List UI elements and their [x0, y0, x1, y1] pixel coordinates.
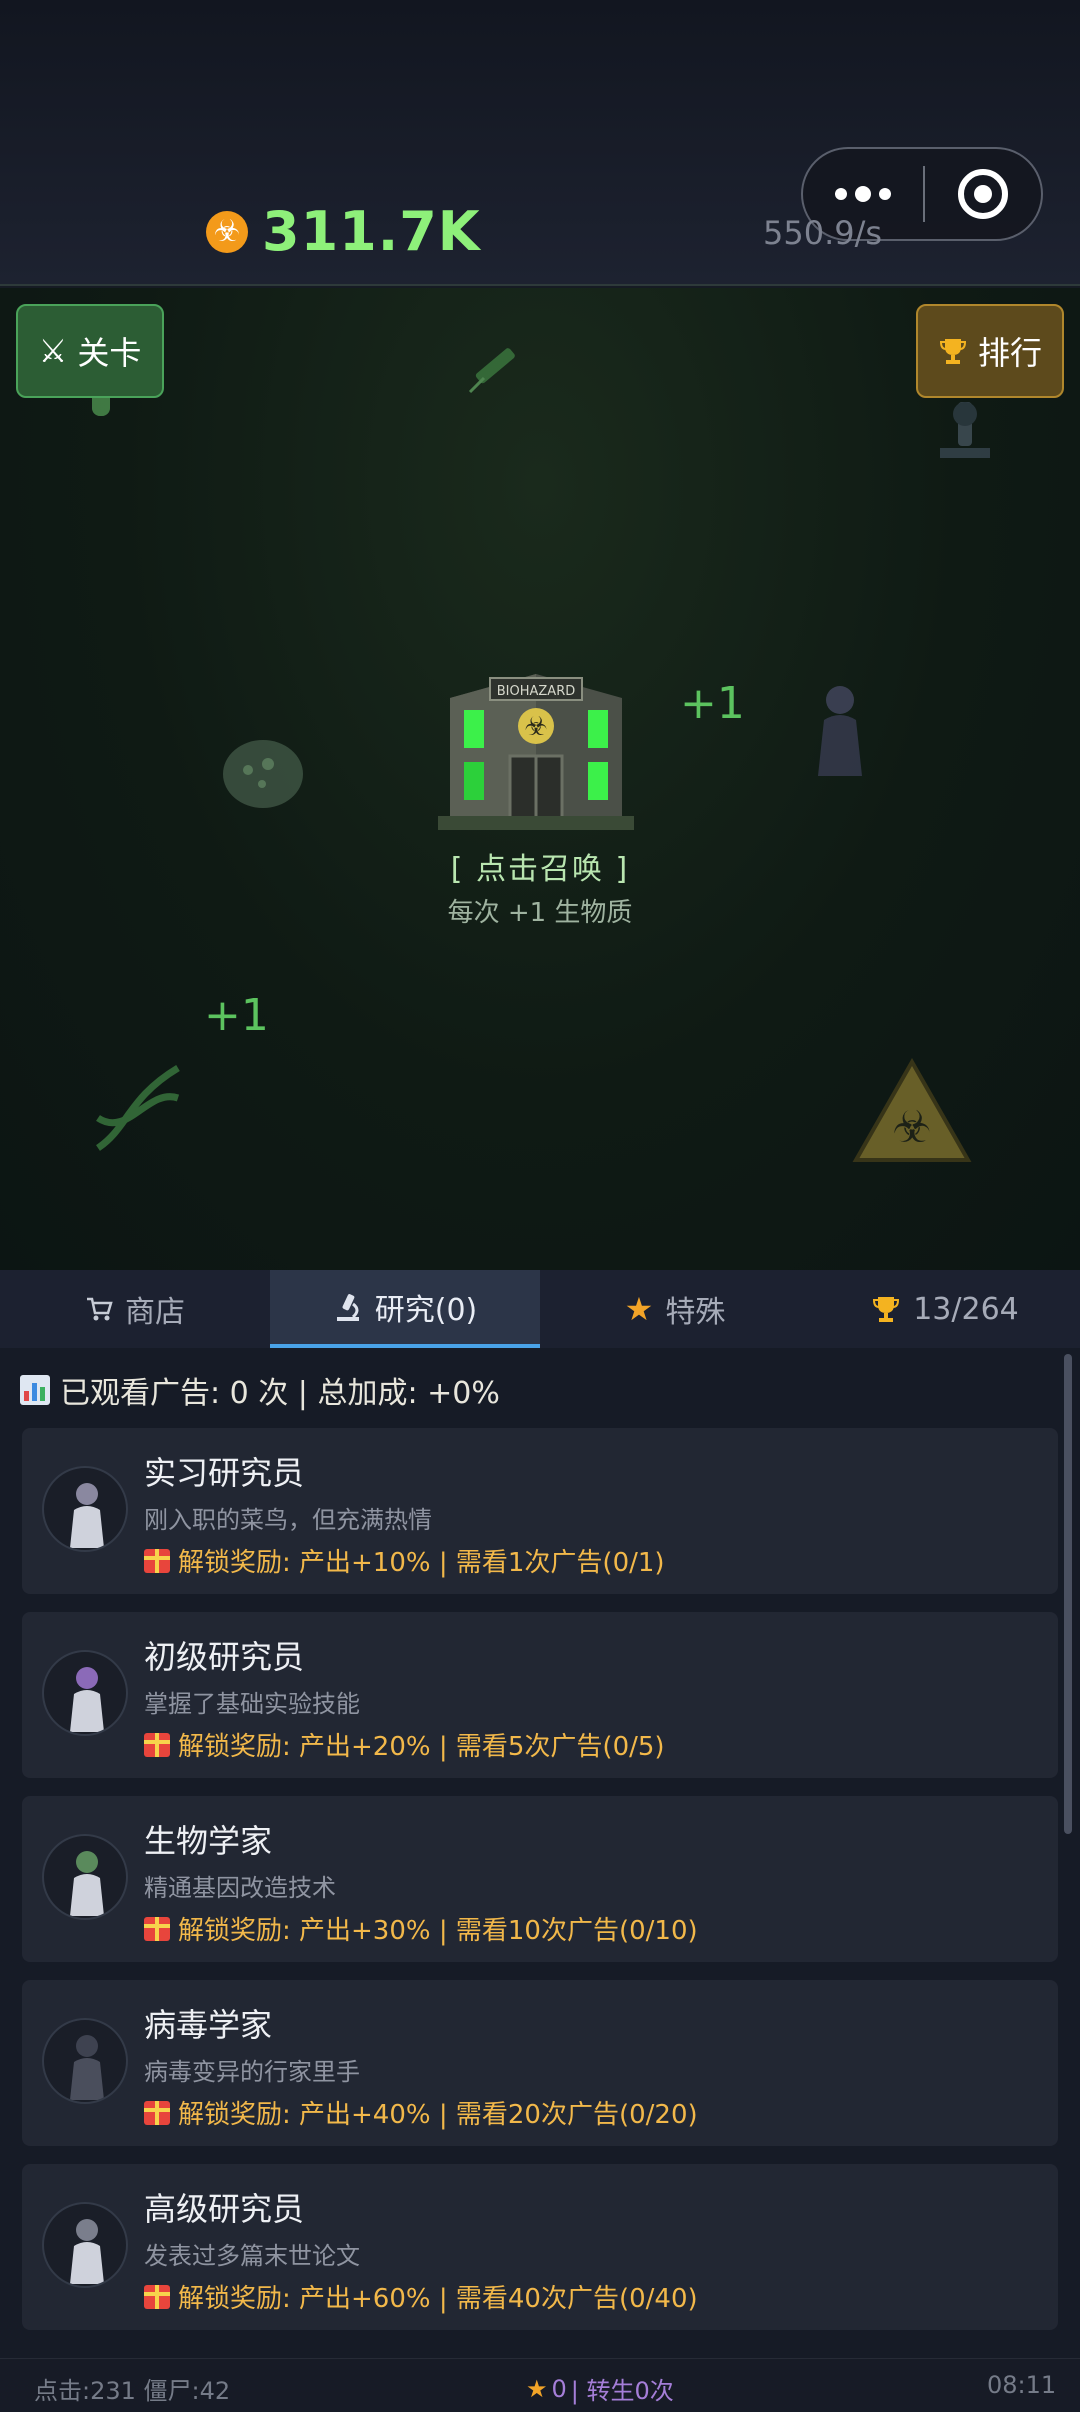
ranking-button[interactable]: 排行	[916, 304, 1064, 398]
researcher-avatar	[42, 1650, 128, 1736]
cart-icon	[87, 1297, 113, 1321]
researcher-reward: 解锁奖励: 产出+40% | 需看20次广告(0/20)	[144, 2094, 698, 2131]
trophy-icon	[873, 1297, 900, 1322]
levels-button[interactable]: ⚔ 关卡	[16, 304, 164, 398]
play-time: 08:11	[987, 2371, 1057, 2399]
star-icon: ★	[624, 1290, 654, 1328]
researcher-card[interactable]: 高级研究员 发表过多篇末世论文 解锁奖励: 产出+60% | 需看40次广告(0…	[22, 2164, 1058, 2330]
scientist-silhouette-icon	[818, 686, 862, 776]
dna-icon	[95, 1064, 180, 1151]
researcher-reward: 解锁奖励: 产出+20% | 需看5次广告(0/5)	[144, 1726, 665, 1763]
status-footer: 点击:231 僵尸:42 ★ 0 | 转生0次 08:11	[0, 2358, 1080, 2412]
svg-text:☣: ☣	[524, 712, 547, 742]
target-icon[interactable]	[925, 169, 1041, 219]
lab-sign-text: BIOHAZARD	[497, 684, 576, 699]
tab-research-label: 研究(0)	[374, 1293, 478, 1328]
tab-special-label: 特殊	[665, 1295, 726, 1330]
researcher-card[interactable]: 初级研究员 掌握了基础实验技能 解锁奖励: 产出+20% | 需看5次广告(0/…	[22, 1612, 1058, 1778]
ad-summary-text: 已观看广告: 0 次 | 总加成: +0%	[60, 1376, 500, 1411]
production-rate: 550.9/s	[763, 214, 883, 252]
researcher-card[interactable]: 实习研究员 刚入职的菜鸟，但充满热情 解锁奖励: 产出+10% | 需看1次广告…	[22, 1428, 1058, 1594]
gift-icon	[144, 1916, 170, 1941]
researcher-avatar	[42, 1466, 128, 1552]
syringe-icon	[468, 348, 515, 394]
gift-icon	[144, 1732, 170, 1757]
biohazard-lab-building[interactable]: BIOHAZARD ☣	[430, 638, 642, 838]
stats-text: 点击:231 僵尸:42	[34, 2377, 231, 2405]
researcher-list: 实习研究员 刚入职的菜鸟，但充满热情 解锁奖励: 产出+10% | 需看1次广告…	[22, 1428, 1058, 2348]
crossed-swords-icon: ⚔	[38, 332, 68, 370]
researcher-title: 初级研究员	[144, 1638, 305, 1676]
researcher-desc: 刚入职的菜鸟，但充满热情	[144, 1506, 432, 1534]
researcher-avatar	[42, 1834, 128, 1920]
researcher-reward: 解锁奖励: 产出+60% | 需看40次广告(0/40)	[144, 2278, 698, 2315]
gift-icon	[144, 2100, 170, 2125]
stars-rebirth: ★ 0 | 转生0次	[526, 2371, 674, 2406]
researcher-avatar	[42, 2018, 128, 2104]
researcher-card[interactable]: 病毒学家 病毒变异的行家里手 解锁奖励: 产出+40% | 需看20次广告(0/…	[22, 1980, 1058, 2146]
researcher-desc: 发表过多篇末世论文	[144, 2242, 360, 2270]
tab-achievements[interactable]: 13/264	[810, 1270, 1080, 1348]
panel-scrollbar[interactable]	[1064, 1354, 1072, 1834]
floating-plus-one: +1	[680, 678, 745, 729]
tab-shop[interactable]: 商店	[0, 1270, 270, 1348]
bar-chart-icon	[20, 1375, 50, 1405]
researcher-desc: 病毒变异的行家里手	[144, 2058, 360, 2086]
researcher-reward-text: 解锁奖励: 产出+10% | 需看1次广告(0/1)	[178, 1548, 665, 1578]
tab-achievements-label: 13/264	[913, 1291, 1019, 1327]
researcher-desc: 精通基因改造技术	[144, 1874, 336, 1902]
tap-reward-hint: 每次 +1 生物质	[447, 898, 633, 928]
researcher-avatar	[42, 2202, 128, 2288]
game-area[interactable]: ☣ ⚔ 关卡 排行 +1 +1 BIOHAZARD ☣ [ 点击召唤 ] 每次 …	[0, 288, 1080, 1270]
researcher-card[interactable]: 生物学家 精通基因改造技术 解锁奖励: 产出+30% | 需看10次广告(0/1…	[22, 1796, 1058, 1962]
levels-label: 关卡	[77, 334, 142, 372]
floating-plus-one: +1	[204, 990, 269, 1041]
researcher-reward-text: 解锁奖励: 产出+20% | 需看5次广告(0/5)	[178, 1732, 665, 1762]
biohazard-icon: ☣	[206, 210, 248, 253]
research-panel[interactable]: 已观看广告: 0 次 | 总加成: +0% 实习研究员 刚入职的菜鸟，但充满热情…	[0, 1348, 1080, 2358]
researcher-reward-text: 解锁奖励: 产出+30% | 需看10次广告(0/10)	[178, 1916, 698, 1946]
microscope-icon	[336, 1294, 359, 1321]
researcher-title: 生物学家	[144, 1822, 273, 1860]
bottom-tabs: 商店 研究(0) ★ 特殊 13/264	[0, 1270, 1080, 1348]
biohazard-sign-icon: ☣	[852, 1058, 972, 1162]
researcher-reward: 解锁奖励: 产出+10% | 需看1次广告(0/1)	[144, 1542, 665, 1579]
researcher-desc: 掌握了基础实验技能	[144, 1690, 360, 1718]
star-count: 0	[551, 2374, 567, 2403]
tab-shop-label: 商店	[125, 1295, 185, 1330]
top-header: ☣ 311.7K 550.9/s	[0, 0, 1080, 286]
researcher-title: 实习研究员	[144, 1454, 305, 1492]
tab-special[interactable]: ★ 特殊	[540, 1270, 810, 1348]
ranking-label: 排行	[977, 334, 1042, 372]
petri-dish-icon	[223, 740, 303, 808]
gift-icon	[144, 1548, 170, 1573]
tap-to-summon-label: [ 点击召唤 ]	[450, 852, 630, 887]
gift-icon	[144, 2284, 170, 2309]
currency-value: 311.7K	[262, 200, 481, 263]
researcher-reward-text: 解锁奖励: 产出+40% | 需看20次广告(0/20)	[178, 2100, 698, 2130]
researcher-title: 病毒学家	[144, 2006, 273, 2044]
rebirth-count: | 转生0次	[570, 2377, 674, 2405]
currency-display: ☣ 311.7K	[206, 200, 481, 263]
researcher-reward-text: 解锁奖励: 产出+60% | 需看40次广告(0/40)	[178, 2284, 698, 2314]
trophy-icon	[939, 339, 966, 364]
star-icon: ★	[526, 2374, 548, 2403]
researcher-reward: 解锁奖励: 产出+30% | 需看10次广告(0/10)	[144, 1910, 698, 1947]
svg-text:☣: ☣	[892, 1102, 931, 1153]
tab-research[interactable]: 研究(0)	[270, 1270, 540, 1348]
ad-summary: 已观看广告: 0 次 | 总加成: +0%	[20, 1368, 500, 1412]
researcher-title: 高级研究员	[144, 2190, 305, 2228]
